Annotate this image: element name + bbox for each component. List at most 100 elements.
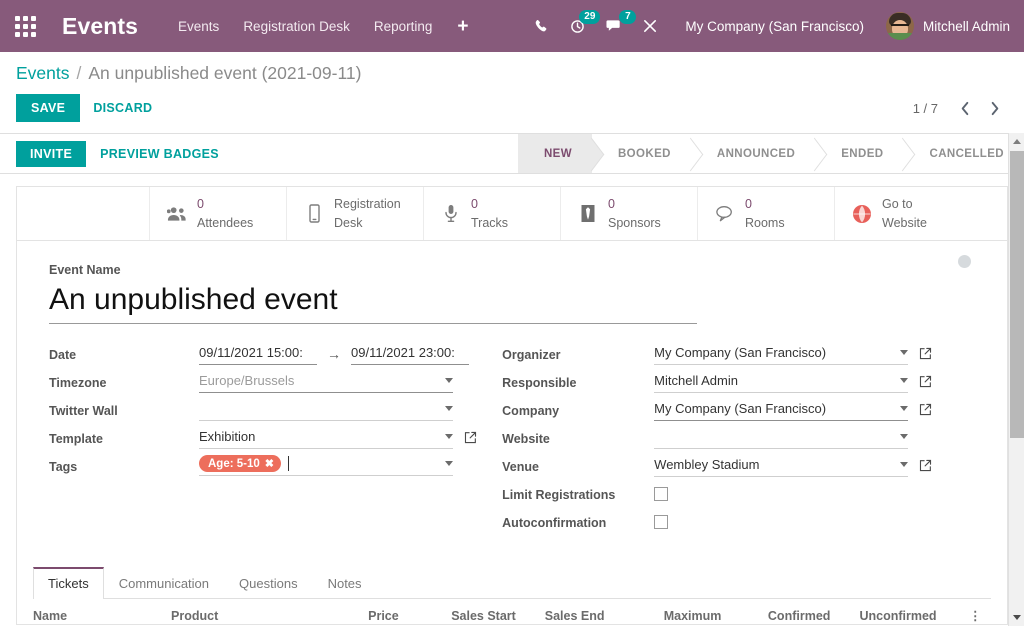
external-link-icon[interactable] xyxy=(919,375,932,388)
users-icon xyxy=(166,206,188,222)
venue-select[interactable]: Wembley Stadium xyxy=(654,455,909,477)
user-menu[interactable]: Mitchell Admin xyxy=(885,12,1010,40)
vertical-scrollbar[interactable] xyxy=(1008,133,1024,626)
date-start-input[interactable]: 09/11/2021 15:00: xyxy=(199,343,317,365)
col-sales-start[interactable]: Sales Start xyxy=(451,599,545,625)
stat-button-sponsors[interactable]: 0 Sponsors xyxy=(561,187,698,240)
nav-item-reporting[interactable]: Reporting xyxy=(362,13,445,40)
date-end-input[interactable]: 09/11/2021 23:00: xyxy=(351,343,469,365)
stage-ended[interactable]: ENDED xyxy=(815,134,904,173)
chevron-left-icon[interactable] xyxy=(952,95,978,121)
scrollbar-thumb[interactable] xyxy=(1010,151,1024,438)
col-maximum[interactable]: Maximum xyxy=(663,599,768,625)
col-confirmed[interactable]: Confirmed xyxy=(767,599,860,625)
messages-icon[interactable]: 7 xyxy=(597,9,637,43)
autoconfirmation-checkbox[interactable] xyxy=(654,514,669,529)
stat-value: 0 xyxy=(745,197,752,212)
stat-text: Go to Website xyxy=(882,195,927,232)
phone-icon[interactable] xyxy=(525,9,559,43)
top-navbar: Events Events Registration Desk Reportin… xyxy=(0,0,1024,52)
chevron-right-icon[interactable] xyxy=(982,95,1008,121)
sheet-container: 0 Attendees Registration Desk 0 Tracks 0… xyxy=(0,174,1024,625)
tag-chip: Age: 5-10 ✖ xyxy=(199,455,281,472)
stat-button-box: 0 Attendees Registration Desk 0 Tracks 0… xyxy=(17,187,1007,241)
website-select[interactable] xyxy=(654,427,909,449)
breadcrumb-separator: / xyxy=(76,63,82,83)
microphone-icon xyxy=(440,204,462,223)
stat-button-tracks[interactable]: 0 Tracks xyxy=(424,187,561,240)
preview-badges-button[interactable]: PREVIEW BADGES xyxy=(88,141,231,167)
breadcrumb-root[interactable]: Events xyxy=(16,63,70,84)
apps-grid-glyph xyxy=(14,15,36,37)
scroll-down-icon[interactable] xyxy=(1009,609,1024,626)
chevron-down-icon xyxy=(445,461,453,466)
tab-notes[interactable]: Notes xyxy=(313,567,377,599)
stat-button-attendees[interactable]: 0 Attendees xyxy=(150,187,287,240)
template-select[interactable]: Exhibition xyxy=(199,427,453,449)
limit-registrations-label: Limit Registrations xyxy=(502,487,616,502)
col-sales-end[interactable]: Sales End xyxy=(544,599,664,625)
scroll-up-icon[interactable] xyxy=(1009,133,1024,150)
website-label: Website xyxy=(502,431,550,446)
apps-grid-icon[interactable] xyxy=(8,9,42,43)
stage-booked[interactable]: BOOKED xyxy=(591,134,691,173)
organizer-select[interactable]: My Company (San Francisco) xyxy=(654,343,909,365)
limit-registrations-checkbox[interactable] xyxy=(654,486,669,501)
external-link-icon[interactable] xyxy=(919,347,932,360)
stat-button-rooms[interactable]: 0 Rooms xyxy=(698,187,835,240)
limit-registrations-value xyxy=(654,486,669,501)
stat-button-go-to-website[interactable]: Go to Website xyxy=(835,187,972,240)
pager-count: 1 / 7 xyxy=(912,100,938,116)
stage-new[interactable]: NEW xyxy=(517,134,592,173)
tag-remove-icon[interactable]: ✖ xyxy=(265,457,274,470)
nav-item-registration-desk[interactable]: Registration Desk xyxy=(231,13,362,40)
notebook: Tickets Communication Questions Notes Na… xyxy=(17,566,1007,625)
organizer-label: Organizer xyxy=(502,347,561,362)
autoconfirmation-value xyxy=(654,514,669,529)
company-switcher[interactable]: My Company (San Francisco) xyxy=(685,19,864,34)
external-link-icon[interactable] xyxy=(919,459,932,472)
stat-value: Go to xyxy=(882,197,913,212)
tab-communication[interactable]: Communication xyxy=(104,567,224,599)
discard-button[interactable]: DISCARD xyxy=(80,94,165,122)
col-product[interactable]: Product xyxy=(171,599,369,625)
company-select[interactable]: My Company (San Francisco) xyxy=(654,399,909,421)
stat-value: Registration xyxy=(334,197,401,212)
new-event-plus-icon[interactable]: + xyxy=(444,15,481,38)
nav-item-events[interactable]: Events xyxy=(166,13,231,40)
developer-tools-icon[interactable] xyxy=(633,9,667,43)
responsible-select[interactable]: Mitchell Admin xyxy=(654,371,909,393)
app-brand-title[interactable]: Events xyxy=(62,13,138,40)
stat-button-registration-desk[interactable]: Registration Desk xyxy=(287,187,424,240)
external-link-icon[interactable] xyxy=(919,403,932,416)
col-name[interactable]: Name xyxy=(33,599,172,625)
stage-label: ENDED xyxy=(841,147,884,160)
event-name-input[interactable] xyxy=(49,281,697,324)
tab-questions[interactable]: Questions xyxy=(224,567,313,599)
col-unconfirmed[interactable]: Unconfirmed xyxy=(859,599,969,625)
timezone-select[interactable]: Europe/Brussels xyxy=(199,371,453,393)
field-venue: Venue Wembley Stadium xyxy=(502,452,975,479)
col-price[interactable]: Price xyxy=(368,599,452,625)
control-panel: Events / An unpublished event (2021-09-1… xyxy=(0,52,1024,134)
stage-announced[interactable]: ANNOUNCED xyxy=(690,134,816,173)
external-link-icon[interactable] xyxy=(464,431,477,444)
twitter-wall-select[interactable] xyxy=(199,399,453,421)
unpublished-indicator[interactable] xyxy=(958,255,971,268)
mobile-icon xyxy=(303,204,325,223)
tags-input[interactable]: Age: 5-10 ✖ xyxy=(199,455,453,476)
timezone-label: Timezone xyxy=(49,375,107,390)
avatar xyxy=(885,12,914,40)
stat-value: 0 xyxy=(471,197,478,212)
form-column-right: Organizer My Company (San Francisco) Res… xyxy=(502,340,975,536)
field-responsible: Responsible Mitchell Admin xyxy=(502,368,975,395)
tab-tickets[interactable]: Tickets xyxy=(33,567,104,599)
stage-cancelled[interactable]: CANCELLED xyxy=(903,134,1024,173)
column-options-icon[interactable]: ⋮ xyxy=(968,599,991,625)
stage-pipeline: NEW BOOKED ANNOUNCED ENDED CANCELLED xyxy=(517,134,1024,173)
activity-clock-icon[interactable]: 29 xyxy=(561,9,601,43)
save-button[interactable]: SAVE xyxy=(16,94,81,122)
chevron-down-icon xyxy=(900,378,909,383)
tags-label: Tags xyxy=(49,459,78,474)
invite-button[interactable]: INVITE xyxy=(16,140,87,167)
